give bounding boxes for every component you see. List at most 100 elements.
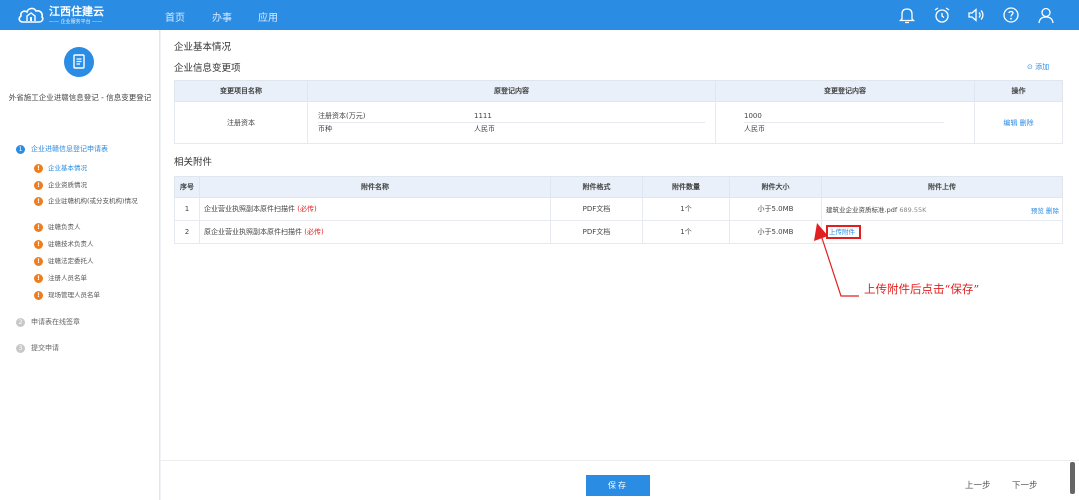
column-header: 变更项目名称 (174, 80, 308, 102)
table-row: 1 企业营业执照副本原件扫描件 (必传) PDF文档 1个 小于5.0MB 建筑… (174, 197, 1063, 221)
step-1[interactable]: 1 企业进赣信息登记申请表 (16, 144, 108, 154)
column-header: 操作 (974, 80, 1063, 102)
upload-cell: 上传附件 (821, 220, 1063, 244)
attachment-count: 1个 (642, 197, 730, 221)
row-number: 2 (174, 220, 200, 244)
attachment-name-cell: 原企业营业执照副本原件扫描件 (必传) (199, 220, 551, 244)
sidebar-item-label: 企业资质情况 (48, 181, 87, 189)
nav-services[interactable]: 办事 (212, 9, 232, 24)
step-label: 申请表在线签章 (31, 318, 80, 326)
preview-button[interactable]: 预览 (1031, 207, 1044, 215)
add-button[interactable]: ⊙ 添加 (1027, 62, 1049, 72)
table-row: 2 原企业营业执照副本原件扫描件 (必传) PDF文档 1个 小于5.0MB 上… (174, 220, 1063, 244)
attachment-size-limit: 小于5.0MB (729, 197, 822, 221)
edit-button[interactable]: 编辑 (1003, 119, 1017, 127)
page-title: 企业基本情况 (174, 42, 232, 53)
upload-attachment-button[interactable]: 上传附件 (829, 228, 855, 236)
change-section-title: 企业信息变更项 (174, 63, 241, 74)
attachments-section-title: 相关附件 (174, 157, 213, 168)
attachment-name: 企业营业执照副本原件扫描件 (204, 205, 295, 213)
sidebar: 外省施工企业进赣信息登记 - 信息变更登记 1 企业进赣信息登记申请表 ! 企业… (0, 30, 160, 500)
highlight-box: 上传附件 (826, 225, 861, 239)
sidebar-item-label: 注册人员名单 (48, 274, 87, 282)
sidebar-item-label: 驻赣负责人 (48, 223, 81, 231)
column-header: 附件数量 (642, 176, 730, 198)
sidebar-badge (64, 47, 94, 77)
warning-icon: ! (34, 291, 43, 300)
sidebar-item-label: 企业驻赣机构(或分支机构)情况 (48, 197, 138, 205)
attachments-table: 序号 附件名称 附件格式 附件数量 附件大小 附件上传 1 企业营业执照副本原件… (174, 176, 1063, 244)
warning-icon: ! (34, 257, 43, 266)
sidebar-item-registered-staff[interactable]: ! 注册人员名单 (34, 274, 150, 283)
column-header: 附件上传 (821, 176, 1063, 198)
step-number: 3 (16, 343, 25, 353)
field-value: 人民币 (474, 125, 495, 133)
document-icon (73, 54, 85, 69)
help-icon[interactable] (1001, 5, 1021, 25)
warning-icon: ! (34, 274, 43, 283)
warning-icon: ! (34, 197, 43, 206)
required-tag: (必传) (304, 228, 324, 236)
prev-step-button[interactable]: 上一步 (965, 479, 991, 491)
step-2[interactable]: 2 申请表在线签章 (16, 317, 80, 327)
column-header: 附件名称 (199, 176, 551, 198)
attachment-format: PDF文档 (550, 197, 643, 221)
sidebar-item-basic-info[interactable]: ! 企业基本情况 (34, 164, 150, 173)
annotation-text: 上传附件后点击“保存” (864, 282, 980, 296)
upload-cell: 建筑业企业资质标准.pdf 689.55K 预览 删除 (821, 197, 1063, 221)
uploaded-file-size: 689.55K (899, 206, 927, 214)
next-step-button[interactable]: 下一步 (1012, 479, 1038, 491)
nav-home[interactable]: 首页 (165, 9, 185, 24)
delete-file-button[interactable]: 删除 (1046, 207, 1059, 215)
row-actions: 编辑 删除 (974, 101, 1063, 144)
step-label: 企业进赣信息登记申请表 (31, 145, 108, 153)
sidebar-item-label: 驻赣技术负责人 (48, 240, 94, 248)
step-number: 2 (16, 317, 25, 327)
table-header-row: 序号 附件名称 附件格式 附件数量 附件大小 附件上传 (174, 176, 1063, 198)
sidebar-item-manager[interactable]: ! 驻赣负责人 (34, 223, 150, 232)
scrollbar-thumb[interactable] (1070, 462, 1075, 494)
field-value: 1111 (474, 111, 492, 120)
step-3[interactable]: 3 提交申请 (16, 343, 59, 353)
field-value: 1000 (744, 111, 762, 120)
speaker-icon[interactable] (966, 5, 986, 25)
brand-title: 江西住建云 (49, 5, 104, 18)
required-tag: (必传) (297, 205, 317, 213)
table-row: 注册资本 注册资本(万元) 1111 币种 人民币 1000 人民币 编辑 删除 (174, 101, 1063, 144)
sidebar-item-branch[interactable]: ! 企业驻赣机构(或分支机构)情况 (34, 197, 150, 206)
uploaded-file-name[interactable]: 建筑业企业资质标准.pdf (826, 206, 897, 214)
change-item-name: 注册资本 (174, 101, 308, 144)
sidebar-item-site-managers[interactable]: ! 现场管理人员名单 (34, 291, 150, 300)
warning-icon: ! (34, 223, 43, 232)
sidebar-item-label: 企业基本情况 (48, 164, 87, 172)
delete-button[interactable]: 删除 (1020, 119, 1034, 127)
footer-bar: 保存 上一步 下一步 (161, 460, 1079, 500)
field-label: 注册资本(万元) (318, 111, 366, 120)
field-value: 人民币 (744, 125, 765, 133)
changed-content: 1000 人民币 (715, 101, 975, 144)
brand-subtitle: —— 企业服务平台 —— (49, 19, 103, 25)
sidebar-item-legal-agent[interactable]: ! 驻赣法定委托人 (34, 257, 150, 266)
attachment-name: 原企业营业执照副本原件扫描件 (204, 228, 302, 236)
brand-logo[interactable]: 江西住建云 —— 企业服务平台 —— (18, 2, 118, 28)
sidebar-item-tech-manager[interactable]: ! 驻赣技术负责人 (34, 240, 150, 249)
warning-icon: ! (34, 240, 43, 249)
top-bar: 江西住建云 —— 企业服务平台 —— 首页 办事 应用 (0, 0, 1079, 30)
original-content: 注册资本(万元) 1111 币种 人民币 (307, 101, 716, 144)
bell-icon[interactable] (897, 5, 917, 25)
cloud-house-icon (18, 7, 44, 23)
sidebar-item-label: 现场管理人员名单 (48, 291, 100, 299)
field-label: 币种 (318, 125, 332, 133)
column-header: 附件格式 (550, 176, 643, 198)
sidebar-item-qualification[interactable]: ! 企业资质情况 (34, 181, 150, 190)
save-button[interactable]: 保存 (586, 475, 650, 496)
user-icon[interactable] (1036, 5, 1056, 25)
sidebar-title: 外省施工企业进赣信息登记 - 信息变更登记 (8, 93, 152, 102)
main-content: 企业基本情况 企业信息变更项 ⊙ 添加 变更项目名称 原登记内容 变更登记内容 … (161, 30, 1079, 500)
change-table: 变更项目名称 原登记内容 变更登记内容 操作 注册资本 注册资本(万元) 111… (174, 80, 1063, 144)
column-header: 序号 (174, 176, 200, 198)
attachment-size-limit: 小于5.0MB (729, 220, 822, 244)
alarm-clock-icon[interactable] (932, 5, 952, 25)
warning-icon: ! (34, 164, 43, 173)
nav-apps[interactable]: 应用 (258, 9, 278, 24)
